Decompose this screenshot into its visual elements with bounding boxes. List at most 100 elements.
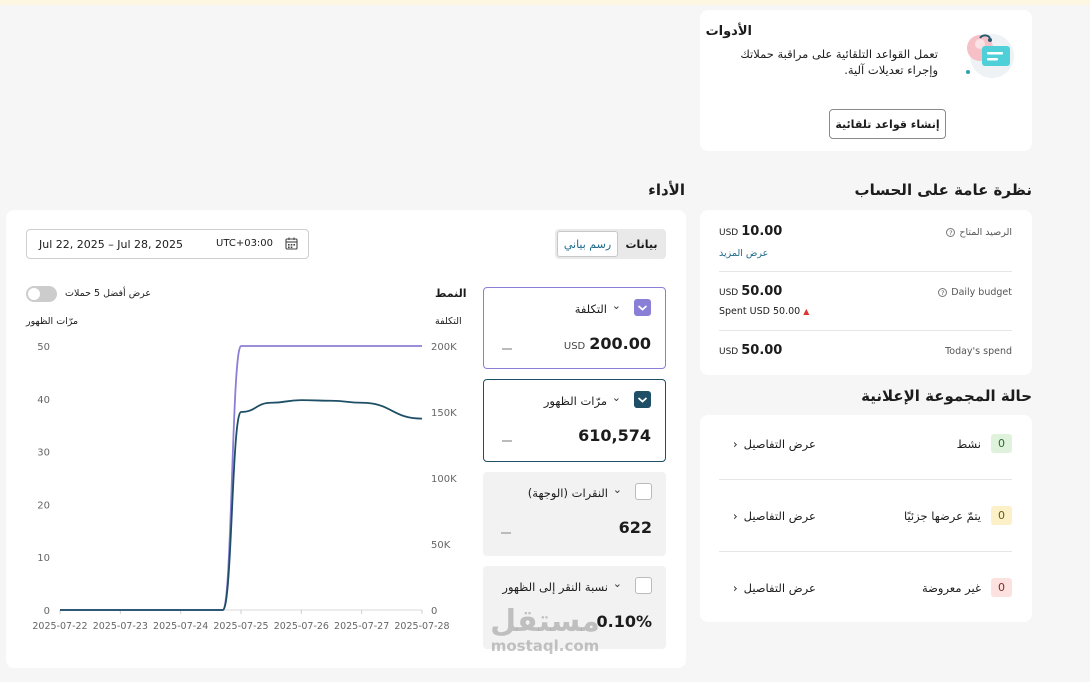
view-toggle: رسم بياني بيانات [555, 229, 666, 259]
series-line-impressions [60, 399, 423, 611]
available-balance-value: USD 10.00 [719, 224, 783, 239]
right-axis-tick-label: 0 [431, 606, 437, 617]
view-details-link[interactable]: عرض التفاصيل ‹ [733, 509, 816, 523]
status-label: يتمّ عرضها جزئيًا [903, 509, 981, 523]
status-row-not-delivering: 0 غير معروضة عرض التفاصيل ‹ [719, 578, 1012, 598]
todays-spend-value: USD 50.00 [719, 343, 783, 358]
left-axis-title: مرّات الظهور [26, 316, 79, 327]
warning-icon: ▲ [803, 307, 810, 316]
metric-card-ctr[interactable]: ⌄ نسبة النقر إلى الظهور 0.10% [483, 566, 666, 649]
x-axis-tick-label: 2025-07-25 [213, 621, 268, 632]
metric-checkbox[interactable] [634, 299, 651, 316]
right-axis-tick-label: 150K [431, 408, 457, 419]
metric-checkbox[interactable] [635, 577, 652, 594]
divider [719, 551, 1012, 552]
x-axis-tick-label: 2025-07-26 [274, 621, 329, 632]
tools-description: تعمل القواعد التلقائية على مراقبة حملاتك… [740, 47, 938, 77]
divider [719, 330, 1012, 331]
todays-spend-row: USD 50.00 Today's spend [719, 343, 1012, 363]
metric-card-clicks[interactable]: ⌄ النقرات (الوجهة) 622 [483, 472, 666, 556]
left-axis-tick-label: 20 [37, 500, 50, 511]
left-axis-tick-label: 10 [37, 553, 50, 564]
x-axis-tick-label: 2025-07-23 [93, 621, 148, 632]
metric-trend-dash [502, 348, 512, 350]
chevron-down-icon: ⌄ [611, 391, 621, 404]
status-count-badge: 0 [991, 506, 1012, 525]
status-label: نشط [956, 437, 981, 451]
view-more-link[interactable]: عرض المزيد [719, 248, 768, 259]
metric-label: النقرات (الوجهة) [527, 486, 608, 500]
divider [719, 479, 1012, 480]
view-details-link[interactable]: عرض التفاصيل ‹ [733, 581, 816, 595]
date-range-text: Jul 22, 2025 – Jul 28, 2025 [39, 238, 183, 251]
x-axis-tick-label: 2025-07-27 [334, 621, 389, 632]
metric-card-cost[interactable]: ⌄ التكلفة USD 200.00 [483, 287, 666, 369]
daily-budget-label: ? Daily budget [938, 287, 1012, 298]
metric-value: 0.10% [596, 612, 652, 631]
status-count-badge: 0 [991, 434, 1012, 453]
top5-campaigns-toggle[interactable] [26, 286, 57, 302]
available-balance-row: USD 10.00 ? الرصيد المتاح عرض المزيد [719, 224, 1012, 264]
create-automated-rules-button[interactable]: إنشاء قواعد تلقائية [829, 109, 946, 139]
chevron-left-icon: ‹ [733, 437, 738, 451]
performance-title: الأداء [648, 181, 685, 199]
tab-chart[interactable]: رسم بياني [557, 231, 618, 257]
spent-amount: Spent USD 50.00 ▲ [719, 306, 810, 317]
metric-checkbox[interactable] [634, 391, 651, 408]
top-notice-strip [0, 0, 1090, 5]
performance-line-chart: 0 10 20 30 40 50 0 50K 100K 150K 200K 2025-07-22 202… [32, 342, 457, 632]
account-overview-title: نظرة عامة على الحساب [854, 181, 1032, 199]
view-details-link[interactable]: عرض التفاصيل ‹ [733, 437, 816, 451]
right-axis-tick-label: 100K [431, 474, 457, 485]
calendar-icon [285, 237, 298, 250]
right-axis-tick-label: 50K [431, 540, 451, 551]
metric-label: نسبة النقر إلى الظهور [502, 580, 608, 594]
x-axis-tick-label: 2025-07-28 [394, 621, 449, 632]
divider [719, 271, 1012, 272]
metric-checkbox[interactable] [635, 483, 652, 500]
performance-card: Jul 22, 2025 – Jul 28, 2025 UTC+03:00 رس… [6, 210, 686, 668]
top5-campaigns-label: عرض أفضل 5 حملات [65, 288, 152, 299]
chevron-left-icon: ‹ [733, 509, 738, 523]
account-overview-card: USD 10.00 ? الرصيد المتاح عرض المزيد USD 50… [700, 210, 1032, 375]
tools-card: الأدوات تعمل القواعد التلقائية على مراقب… [700, 10, 1032, 151]
chevron-down-icon: ⌄ [611, 299, 621, 312]
ad-group-status-card: 0 نشط عرض التفاصيل ‹ 0 يتمّ عرضها جزئيًا … [700, 415, 1032, 622]
metric-value: 610,574 [578, 426, 651, 445]
metric-label: مرّات الظهور [543, 394, 607, 408]
tools-title: الأدوات [705, 24, 752, 39]
left-axis-tick-label: 40 [37, 395, 50, 406]
x-axis-tick-label: 2025-07-24 [153, 621, 208, 632]
pattern-label: النمط [435, 287, 467, 300]
timezone-text: UTC+03:00 [216, 238, 274, 249]
metric-trend-dash [502, 440, 512, 442]
automation-illustration-icon [966, 34, 1014, 78]
series-line-cost [60, 345, 422, 611]
available-balance-label: ? الرصيد المتاح [946, 227, 1012, 238]
daily-budget-row: USD 50.00 ? Daily budget Spent USD 50.00 ▲ [719, 284, 1012, 320]
status-row-active: 0 نشط عرض التفاصيل ‹ [719, 434, 1012, 454]
left-axis-tick-label: 0 [44, 606, 50, 617]
status-label: غير معروضة [921, 581, 981, 595]
tab-data[interactable]: بيانات [619, 231, 664, 257]
status-count-badge: 0 [991, 578, 1012, 597]
status-row-partial: 0 يتمّ عرضها جزئيًا عرض التفاصيل ‹ [719, 506, 1012, 526]
metric-label: التكلفة [574, 302, 607, 316]
right-axis-title: التكلفة [435, 316, 462, 327]
metric-card-impressions[interactable]: ⌄ مرّات الظهور 610,574 [483, 379, 666, 462]
left-axis-tick-label: 30 [37, 448, 50, 459]
metric-value: 622 [618, 518, 652, 537]
right-axis-tick-label: 200K [431, 342, 457, 353]
chevron-down-icon: ⌄ [612, 577, 622, 590]
todays-spend-label: Today's spend [945, 346, 1012, 357]
help-icon[interactable]: ? [938, 288, 948, 297]
daily-budget-value: USD 50.00 [719, 284, 783, 299]
metric-trend-dash [501, 532, 511, 534]
chevron-left-icon: ‹ [733, 581, 738, 595]
metric-value: USD 200.00 [563, 334, 651, 353]
ad-group-status-title: حالة المجموعة الإعلانية [861, 387, 1032, 405]
left-axis-tick-label: 50 [37, 342, 50, 353]
chevron-down-icon: ⌄ [612, 483, 622, 496]
date-range-picker[interactable]: Jul 22, 2025 – Jul 28, 2025 UTC+03:00 [26, 229, 309, 259]
help-icon[interactable]: ? [946, 228, 956, 237]
